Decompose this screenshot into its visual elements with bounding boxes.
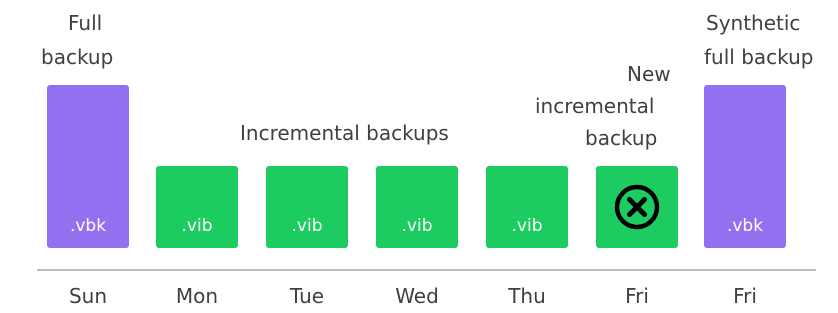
timeline-axis: [37, 269, 816, 271]
full-backup-label-line2: backup: [41, 45, 114, 69]
day-label-thu: Thu: [508, 284, 546, 308]
vib-extension: .vib: [401, 216, 433, 236]
synthetic-label-line2: full backup: [704, 45, 814, 69]
synthetic-label-line1: Synthetic: [706, 11, 801, 35]
day-label-sun: Sun: [68, 284, 108, 308]
new-incremental-label-line2: incremental: [535, 94, 655, 118]
synthetic-full-label: Synthetic: [706, 9, 800, 37]
day-label-fri: Fri: [625, 284, 649, 308]
new-incremental-label-line1: New: [627, 62, 671, 86]
full-backup-label: Full: [68, 9, 102, 37]
vib-extension: .vib: [181, 216, 213, 236]
vbk-extension: .vbk: [726, 216, 764, 236]
vbk-extension: .vbk: [69, 216, 107, 236]
new-incremental-label-line3: backup: [585, 126, 658, 150]
full-backup-label-2: backup: [41, 43, 113, 71]
mon-incremental-box: .vib: [156, 166, 238, 248]
wed-incremental-box: .vib: [376, 166, 458, 248]
synthetic-full-label-2: full backup: [704, 43, 813, 71]
full-backup-label-line1: Full: [68, 11, 103, 35]
fri-failed-incremental-box: [596, 166, 678, 248]
vib-extension: .vib: [291, 216, 323, 236]
x-circle-icon: [614, 184, 660, 230]
tue-incremental-box: .vib: [266, 166, 348, 248]
day-label-fri-synthetic: Fri: [733, 284, 757, 308]
day-label-wed: Wed: [395, 284, 439, 308]
sun-full-backup-box: .vbk: [47, 85, 129, 248]
fri-synthetic-full-box: .vbk: [704, 85, 786, 248]
vib-extension: .vib: [511, 216, 543, 236]
thu-incremental-box: .vib: [486, 166, 568, 248]
day-label-mon: Mon: [175, 284, 219, 308]
incremental-backups-label: Incremental backups: [240, 121, 449, 145]
day-label-tue: Tue: [289, 284, 325, 308]
